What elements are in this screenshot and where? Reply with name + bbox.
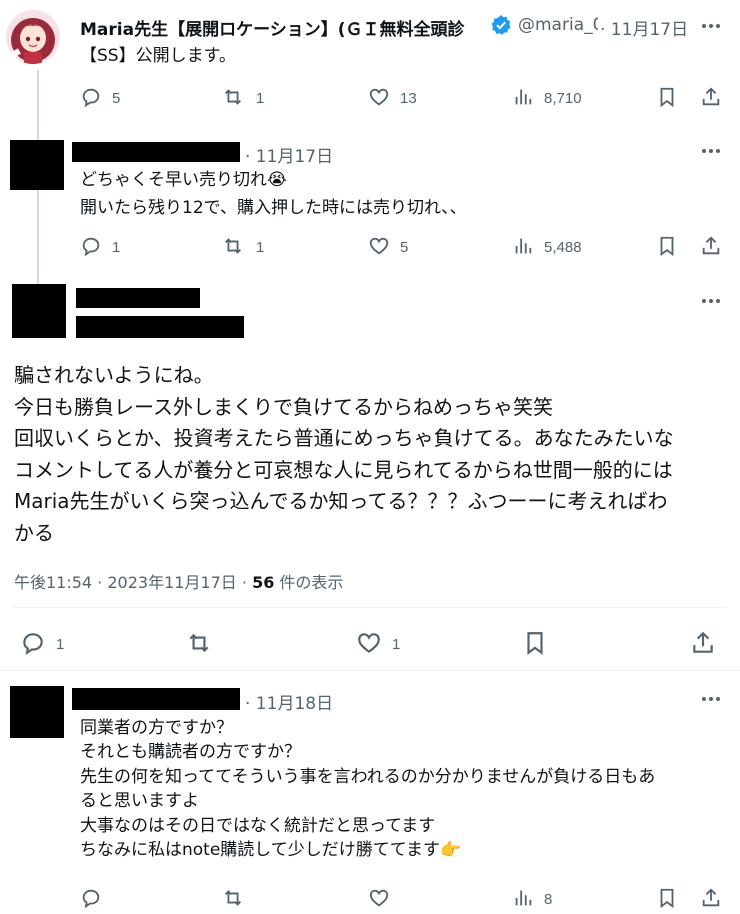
views-icon[interactable]: [512, 235, 534, 257]
text-line: ると思いますよ: [80, 791, 199, 812]
handle-redacted: [76, 316, 244, 338]
reply-count: 1: [112, 239, 121, 256]
like-icon[interactable]: [368, 887, 390, 909]
avatar-redacted: [10, 140, 64, 190]
share-icon[interactable]: [690, 630, 716, 656]
text-line: コメントしてる人が養分と可哀想な人に見られてるからね世間一般的には: [14, 457, 673, 482]
text-line: 騙されないようにね。: [14, 363, 214, 387]
share-icon[interactable]: [700, 86, 722, 108]
views-icon[interactable]: [512, 86, 534, 108]
views-count: 8: [544, 891, 553, 908]
verified-icon: [490, 14, 512, 36]
views-count: 8,710: [544, 90, 582, 107]
reply-icon[interactable]: [80, 86, 102, 108]
like-count: 13: [400, 90, 417, 107]
name-redacted: [72, 688, 240, 710]
divider: [14, 607, 726, 608]
more-options-icon[interactable]: [700, 688, 722, 710]
reply-icon[interactable]: [80, 235, 102, 257]
retweet-icon[interactable]: [186, 630, 212, 656]
author-handle[interactable]: @maria_0: [518, 15, 598, 35]
text-line: 回収いくらとか、投資考えたら普通にめっちゃ負けてる。あなたみたいな: [14, 426, 674, 450]
retweet-icon[interactable]: [222, 235, 244, 257]
views-icon[interactable]: [512, 887, 534, 909]
retweet-count: 1: [256, 90, 265, 107]
view-label: 件の表示: [274, 573, 344, 592]
more-options-icon[interactable]: [700, 140, 722, 162]
retweet-icon[interactable]: [222, 86, 244, 108]
tweet-date[interactable]: · 11月17日: [600, 15, 688, 40]
tweet-text: 同業者の方ですか？ それとも購読者の方ですか？ 先生の何を知っててそういう事を言…: [80, 716, 655, 862]
text-line: 同業者の方ですか？: [80, 718, 233, 738]
more-options-icon[interactable]: [700, 15, 722, 37]
text-line: 今日も勝負レース外しまくりで負けてるからねめっちゃ笑笑: [14, 394, 553, 419]
view-count: 56: [252, 573, 275, 592]
retweet-count: 1: [256, 239, 265, 256]
bookmark-icon[interactable]: [656, 887, 678, 909]
reply-count: 1: [56, 636, 65, 653]
bookmark-icon[interactable]: [522, 630, 548, 656]
like-icon[interactable]: [368, 235, 390, 257]
name-redacted: [76, 288, 200, 308]
like-icon[interactable]: [356, 630, 382, 656]
tweet-date[interactable]: · 11月18日: [245, 689, 333, 714]
tweet-text-line: どちゃくそ早い売り切れ😭: [80, 170, 287, 190]
share-icon[interactable]: [700, 235, 722, 257]
avatar-maria[interactable]: [6, 10, 60, 64]
tweet-date[interactable]: · 11月17日: [245, 142, 333, 167]
name-redacted: [72, 142, 240, 162]
text-line: ちなみに私はnote購読して少しだけ勝ててます👉: [80, 840, 462, 861]
main-tweet-text: 騙されないようにね。 今日も勝負レース外しまくりで負けてるからねめっちゃ笑笑 回…: [14, 360, 674, 549]
avatar-redacted: [12, 284, 66, 338]
reply-icon[interactable]: [20, 630, 46, 656]
text-line: それとも購読者の方ですか？: [80, 742, 301, 763]
text-line: 先生の何を知っててそういう事を言われるのか分かりませんが負ける日もあ: [80, 766, 656, 787]
views-count: 5,488: [544, 239, 582, 256]
divider: [0, 670, 740, 671]
more-options-icon[interactable]: [700, 290, 722, 312]
like-count: 5: [400, 239, 409, 256]
tweet-text: 【SS】公開します。: [80, 46, 236, 66]
avatar-redacted: [10, 686, 64, 738]
bookmark-icon[interactable]: [656, 86, 678, 108]
retweet-icon[interactable]: [222, 887, 244, 909]
tweet-text-line: 開いたら残り12で、購入押した時には売り切れ、、: [80, 198, 467, 218]
text-line: 大事なのはその日ではなく統計だと思ってます: [80, 815, 436, 836]
like-count: 1: [392, 636, 401, 653]
timestamp-text: 午後11:54 · 2023年11月17日 ·: [14, 573, 253, 592]
reply-count: 5: [112, 90, 121, 107]
tweet-timestamp[interactable]: 午後11:54 · 2023年11月17日 · 56 件の表示: [14, 569, 343, 593]
text-line: Maria先生がいくら突っ込んでるか知ってる？？？ふつーーに考えればわ: [14, 489, 668, 513]
share-icon[interactable]: [700, 887, 722, 909]
bookmark-icon[interactable]: [656, 235, 678, 257]
text-line: かる: [14, 520, 54, 545]
like-icon[interactable]: [368, 86, 390, 108]
author-name[interactable]: Maria先生【展開ロケーション】(ＧＩ無料全頭診: [80, 15, 465, 40]
reply-icon[interactable]: [80, 887, 102, 909]
